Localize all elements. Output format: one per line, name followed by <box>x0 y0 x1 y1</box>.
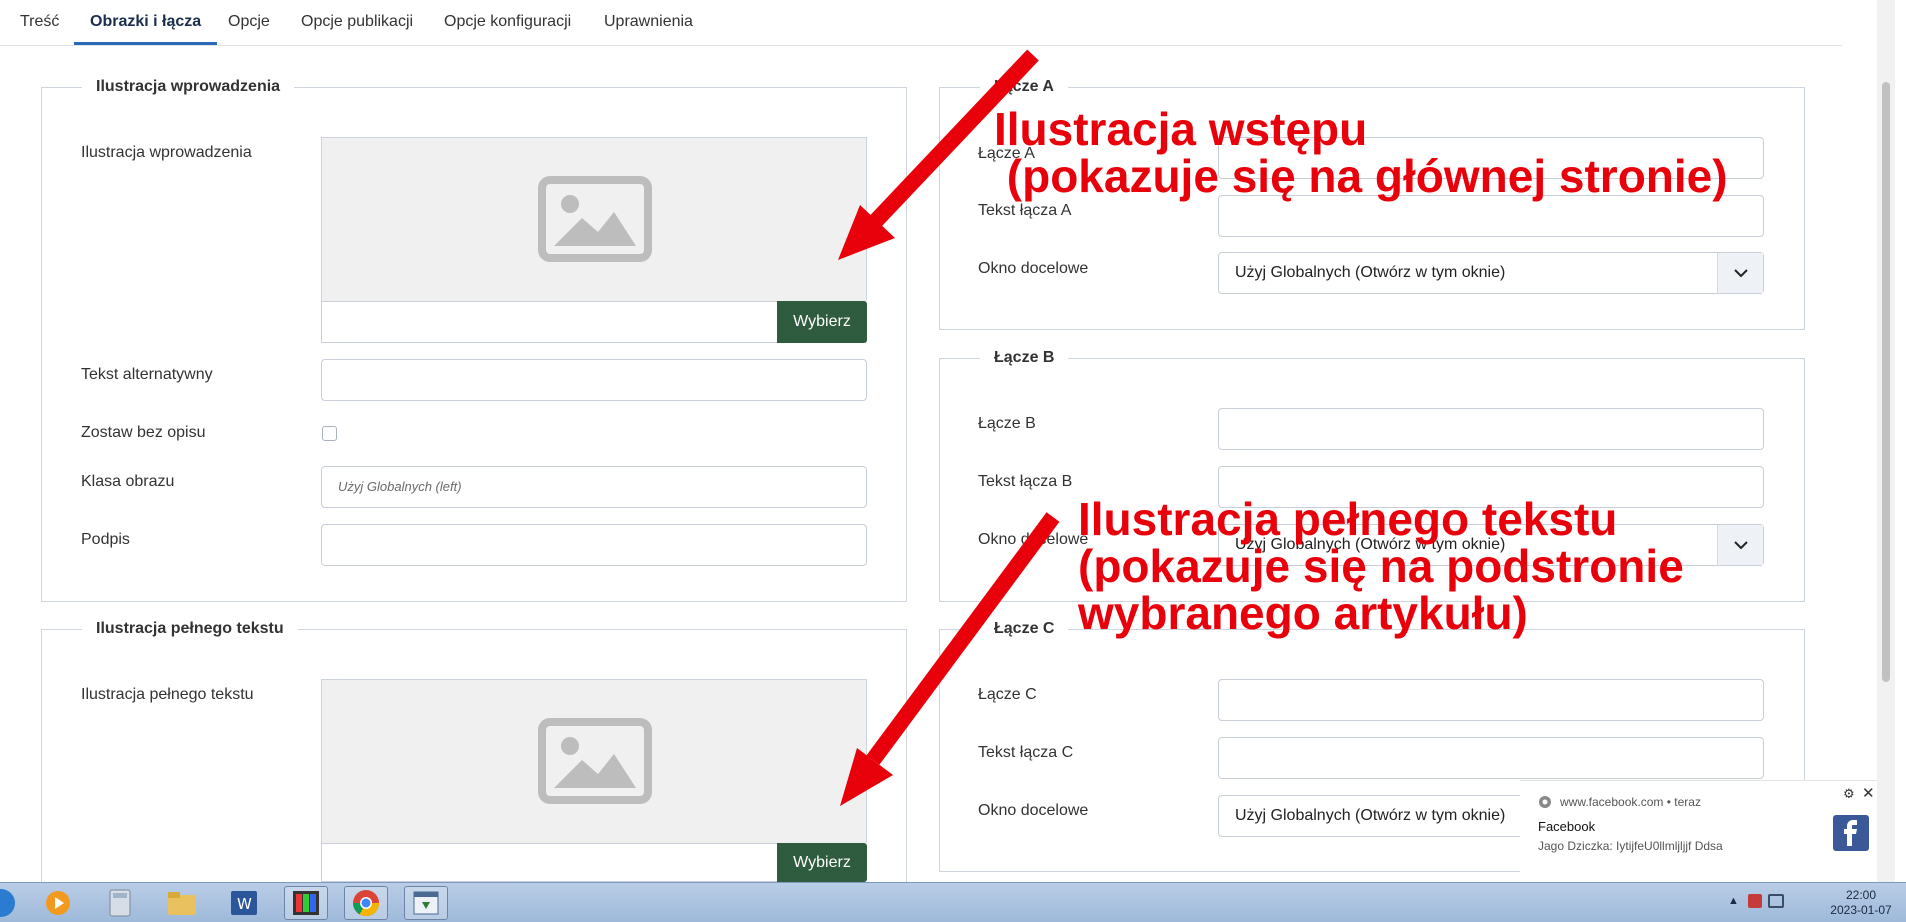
taskbar-clock[interactable]: 22:00 2023-01-07 <box>1826 888 1896 918</box>
start-button[interactable] <box>0 886 16 920</box>
svg-text:W: W <box>237 895 252 913</box>
image-editor-icon[interactable] <box>284 886 328 920</box>
notification-source-line: www.facebook.com • teraz <box>1560 795 1701 809</box>
media-player-icon[interactable] <box>36 886 80 920</box>
gear-icon[interactable]: ⚙ <box>1843 786 1855 802</box>
explorer-folder-icon[interactable] <box>160 886 204 920</box>
calculator-icon[interactable] <box>98 886 142 920</box>
notification-body: Jago Dziczka: IytijfeU0llmljljjf Ddsa <box>1538 839 1723 853</box>
taskbar: W ▲ 22:00 2023-01-07 <box>0 882 1906 922</box>
notification-source: www.facebook.com <box>1560 795 1664 809</box>
notification-toast[interactable]: www.facebook.com • teraz Facebook Jago D… <box>1520 780 1880 880</box>
chrome-taskbar-icon[interactable] <box>344 886 388 920</box>
facebook-logo <box>1833 815 1869 851</box>
chrome-icon <box>1539 796 1551 808</box>
app-window: Treść Obrazki i łącza Opcje Opcje publik… <box>0 0 1906 922</box>
arrow-full <box>866 512 1060 765</box>
tray-network-icon[interactable] <box>1768 894 1784 908</box>
word-icon[interactable]: W <box>222 886 266 920</box>
close-icon[interactable]: ✕ <box>1862 784 1875 802</box>
taskbar-time: 22:00 <box>1845 888 1877 902</box>
annotation-intro-text: Ilustracja wstępu (pokazuje się na główn… <box>994 103 1728 202</box>
tray-expand-icon[interactable]: ▲ <box>1728 895 1739 907</box>
vertical-scrollbar[interactable] <box>1877 0 1895 882</box>
app-window-icon[interactable] <box>404 886 448 920</box>
taskbar-date: 2023-01-07 <box>1830 903 1892 917</box>
notification-time: teraz <box>1674 795 1701 809</box>
annotation-full-text: Ilustracja pełnego tekstu (pokazuje się … <box>1078 493 1684 639</box>
notification-title: Facebook <box>1538 819 1596 834</box>
scrollbar-thumb[interactable] <box>1882 82 1890 682</box>
tray-flag-icon[interactable] <box>1748 894 1762 908</box>
